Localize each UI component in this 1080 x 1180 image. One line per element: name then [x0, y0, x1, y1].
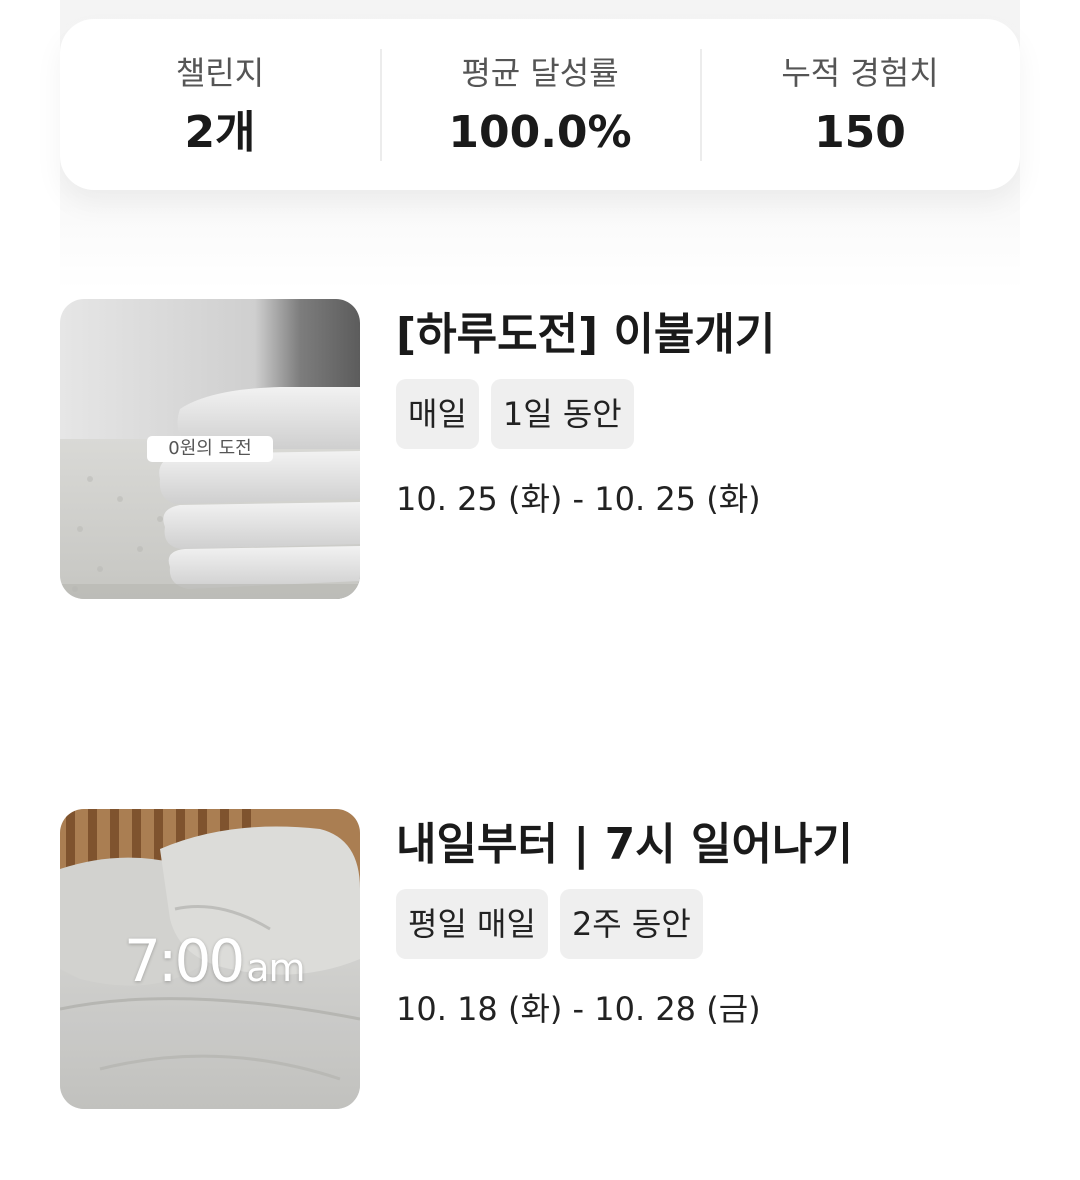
duration-tag: 1일 동안 [490, 379, 634, 449]
duration-tag: 2주 동안 [559, 889, 703, 959]
thumbnail-time-overlay: 7:00 am [124, 927, 306, 995]
stat-value: 2개 [184, 107, 256, 158]
stat-label: 평균 달성률 [461, 54, 619, 92]
challenge-info: [하루도전] 이불개기 매일 1일 동안 10. 25 (화) - 10. 25… [396, 299, 775, 519]
challenge-title: [하루도전] 이불개기 [396, 309, 776, 360]
frequency-tag: 매일 [396, 379, 479, 449]
challenge-title: 내일부터 | 7시 일어나기 [396, 819, 853, 870]
stat-value: 150 [814, 107, 906, 158]
stat-value: 100.0% [448, 107, 632, 158]
stat-label: 챌린지 [175, 54, 265, 92]
stats-summary-card: 챌린지 2개 평균 달성률 100.0% 누적 경험치 150 [60, 19, 1020, 190]
frequency-tag: 평일 매일 [396, 889, 548, 959]
challenge-info: 내일부터 | 7시 일어나기 평일 매일 2주 동안 10. 18 (화) - … [396, 809, 853, 1029]
stat-average-achievement: 평균 달성률 100.0% [380, 19, 700, 190]
challenge-card-fold-blanket[interactable]: 0원의 도전 [하루도전] 이불개기 매일 1일 동안 10. 25 (화) -… [60, 299, 1020, 599]
stat-challenge-count: 챌린지 2개 [60, 19, 380, 190]
challenge-thumbnail: 0원의 도전 [60, 299, 360, 599]
thumbnail-time: 7:00 [124, 927, 245, 995]
challenge-card-wake-up-7am[interactable]: 7:00 am 내일부터 | 7시 일어나기 평일 매일 2주 동안 10. 18… [60, 809, 1020, 1109]
challenge-tags: 평일 매일 2주 동안 [396, 889, 853, 959]
challenge-tags: 매일 1일 동안 [396, 379, 775, 449]
stat-label: 누적 경험치 [781, 54, 939, 92]
challenge-date-range: 10. 18 (화) - 10. 28 (금) [396, 990, 761, 1028]
challenge-date-range: 10. 25 (화) - 10. 25 (화) [396, 480, 761, 518]
thumbnail-badge: 0원의 도전 [147, 436, 273, 462]
challenge-thumbnail: 7:00 am [60, 809, 360, 1109]
stat-total-experience: 누적 경험치 150 [700, 19, 1020, 190]
thumbnail-meridiem: am [246, 946, 305, 990]
